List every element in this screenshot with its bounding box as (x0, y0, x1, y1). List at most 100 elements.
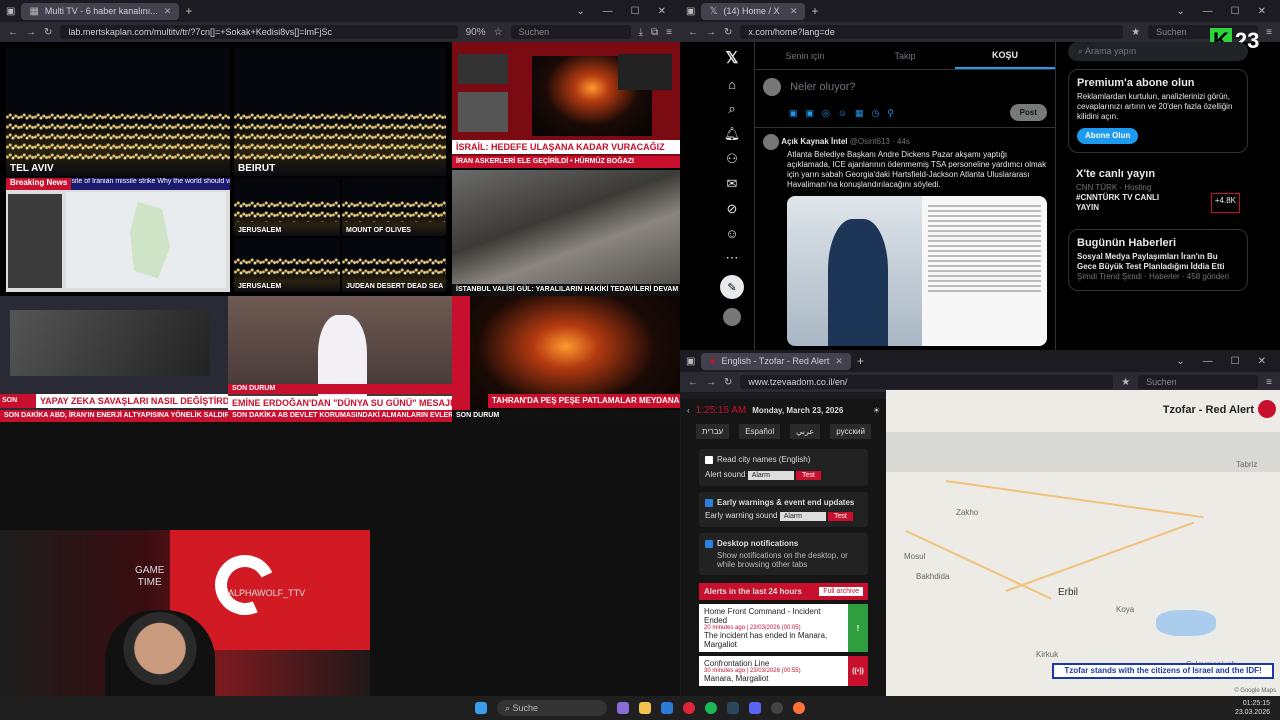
subscribe-button[interactable]: Abone Olun (1077, 128, 1139, 144)
lang-arabic[interactable]: عربي (790, 424, 821, 439)
reload-icon[interactable]: ↻ (724, 377, 732, 388)
close-tab-icon[interactable]: ✕ (164, 6, 172, 17)
maximize-button[interactable]: ☐ (631, 6, 640, 17)
task-view-icon[interactable] (617, 702, 629, 714)
back-icon[interactable]: ← (688, 377, 698, 388)
tweet[interactable]: Açık Kaynak İntel @Osint613 · 44s Atlant… (755, 128, 1055, 350)
minimize-button[interactable]: — (1203, 6, 1213, 17)
tv-sondakika[interactable]: TAHRAN'DA PEŞ PEŞE PATLAMALAR MEYDANA GE… (452, 296, 680, 422)
tv-cnn-turk[interactable]: İSRAİL: HEDEFE ULAŞANA KADAR VURACAĞIZ İ… (452, 42, 680, 168)
x-search-input[interactable]: ⌕ Arama yapın (1068, 42, 1248, 61)
tab-list-icon[interactable]: ▣ (686, 356, 695, 367)
obs-icon[interactable] (771, 702, 783, 714)
reload-icon[interactable]: ↻ (44, 27, 52, 38)
menu-icon[interactable]: ≡ (1266, 27, 1272, 38)
more-icon[interactable]: ⋯ (726, 250, 739, 266)
lang-russian[interactable]: русский (830, 424, 871, 439)
early-sound-select[interactable]: Alarm (779, 512, 826, 521)
spotify-icon[interactable] (705, 702, 717, 714)
alert-sound-select[interactable]: Alarm (747, 471, 794, 480)
search-icon[interactable]: ⌕ (728, 101, 735, 117)
bookmark-star-icon[interactable]: ★ (1131, 27, 1140, 38)
early-warnings-checkbox[interactable] (705, 498, 713, 507)
store-icon[interactable] (661, 702, 673, 714)
search-input[interactable]: Suchen (1138, 375, 1259, 389)
tab-x-home[interactable]: 𝕏 (14) Home / X ✕ (701, 2, 806, 20)
download-icon[interactable]: ⤓ (639, 27, 643, 38)
url-field[interactable]: www.tzevaadom.co.il/en/ (740, 375, 1114, 389)
news-headline[interactable]: Sosyal Medya Paylaşımları İran'ın Bu Gec… (1077, 252, 1224, 271)
system-clock[interactable]: 01:25:15 23.03.2026 (1235, 699, 1270, 717)
new-tab-button[interactable]: + (185, 4, 192, 18)
firefox-icon[interactable] (793, 702, 805, 714)
back-icon[interactable]: ← (8, 27, 18, 38)
tv-haberglobal[interactable]: SON DURUM EMİNE ERDOĞAN'DAN "DÜNYA SU GÜ… (228, 296, 452, 422)
read-city-checkbox[interactable] (705, 455, 713, 464)
steam-icon[interactable] (727, 702, 739, 714)
chevron-down-icon[interactable]: ⌄ (1176, 356, 1184, 367)
notifications-icon[interactable]: 🔔︎ (724, 126, 741, 142)
chevron-down-icon[interactable]: ⌄ (576, 6, 584, 17)
back-icon[interactable]: ← (688, 27, 698, 38)
taskbar-search[interactable]: ⌕ Suche (497, 700, 607, 716)
profile-icon[interactable]: ☺ (725, 226, 738, 241)
maximize-button[interactable]: ☐ (1231, 356, 1240, 367)
tv-tel-aviv[interactable]: TEL AVIV (6, 48, 230, 176)
live-card[interactable]: X'te canlı yayın CNN TÜRK · Hosting #CNN… (1068, 161, 1248, 221)
minimize-button[interactable]: — (1203, 356, 1213, 367)
early-test-button[interactable]: Test (827, 512, 853, 521)
tweet-image[interactable] (787, 196, 1047, 346)
test-button[interactable]: Test (795, 471, 821, 480)
tv-judean[interactable]: JUDEAN DESERT DEAD SEA (342, 238, 446, 292)
chevron-down-icon[interactable]: ⌄ (1176, 6, 1184, 17)
compose-input[interactable]: Neler oluyor? (790, 81, 855, 93)
zoom-level[interactable]: 90% (466, 27, 486, 38)
tab-kosu[interactable]: KOŞU (955, 42, 1055, 69)
menu-icon[interactable]: ≡ (1266, 377, 1272, 388)
tv-beirut[interactable]: BEIRUT (234, 48, 446, 176)
close-window-button[interactable]: ✕ (658, 6, 666, 17)
url-field[interactable]: lab.mertskaplan.com/multitv/tr/?7cn[]=+S… (60, 25, 458, 39)
reload-icon[interactable]: ↻ (724, 27, 732, 38)
minimize-button[interactable]: — (603, 6, 613, 17)
follow-icon[interactable]: ⚇ (726, 151, 738, 167)
desktop-notif-checkbox[interactable] (705, 539, 713, 548)
tab-list-icon[interactable]: ▣ (6, 6, 15, 17)
opera-icon[interactable] (683, 702, 695, 714)
alert-map[interactable]: Mosul Erbil Sulaymaniyah Kirkuk Tabriz B… (886, 390, 1280, 696)
compose-tools-icon[interactable]: ▣▣◎☺▦◷⚲ (789, 108, 902, 119)
close-tab-icon[interactable]: ✕ (835, 356, 843, 367)
forward-icon[interactable]: → (706, 377, 716, 388)
tab-multitv[interactable]: ▦ Multi TV - 6 haber kanalını... ✕ (21, 2, 180, 20)
tab-following[interactable]: Takip (855, 42, 955, 69)
theme-toggle-icon[interactable]: ☀ (873, 406, 880, 415)
close-window-button[interactable]: ✕ (1258, 356, 1266, 367)
bookmark-star-icon[interactable]: ★ (1121, 377, 1130, 388)
tv-haberturk[interactable]: YAPAY ZEKA SAVAŞLARI NASIL DEĞİŞTİRDİ? S… (0, 296, 228, 422)
forward-icon[interactable]: → (26, 27, 36, 38)
explorer-icon[interactable] (639, 702, 651, 714)
bookmark-star-icon[interactable]: ☆ (494, 27, 503, 38)
post-compose-icon[interactable]: ✎ (720, 275, 744, 299)
new-tab-button[interactable]: + (811, 4, 818, 18)
tv-mount-olives[interactable]: MOUNT OF OLIVES (342, 178, 446, 236)
tab-for-you[interactable]: Senin için (755, 42, 855, 69)
lang-spanish[interactable]: Español (739, 424, 781, 439)
account-avatar[interactable] (723, 308, 741, 326)
tweet-author[interactable]: Açık Kaynak İntel (781, 137, 847, 146)
search-input[interactable]: Suchen (510, 25, 631, 39)
tv-breaking[interactable]: Breaking News site of Iranian missile str… (6, 178, 230, 292)
post-button[interactable]: Post (1009, 104, 1047, 121)
forward-icon[interactable]: → (706, 27, 716, 38)
close-window-button[interactable]: ✕ (1258, 6, 1266, 17)
extensions-icon[interactable]: ⧉ (651, 27, 658, 38)
grok-icon[interactable]: ⊘ (727, 201, 738, 217)
tab-tzofar[interactable]: ● English - Tzofar - Red Alert ✕ (701, 352, 851, 370)
windows-start-icon[interactable] (475, 702, 487, 714)
discord-icon[interactable] (749, 702, 761, 714)
tab-list-icon[interactable]: ▣ (686, 6, 695, 17)
x-logo-icon[interactable]: 𝕏 (726, 48, 739, 68)
tv-jerusalem-1[interactable]: JERUSALEM (234, 178, 340, 236)
new-tab-button[interactable]: + (857, 354, 864, 368)
alert-item[interactable]: Confrontation Line 30 minutes ago | 23/0… (699, 656, 868, 686)
